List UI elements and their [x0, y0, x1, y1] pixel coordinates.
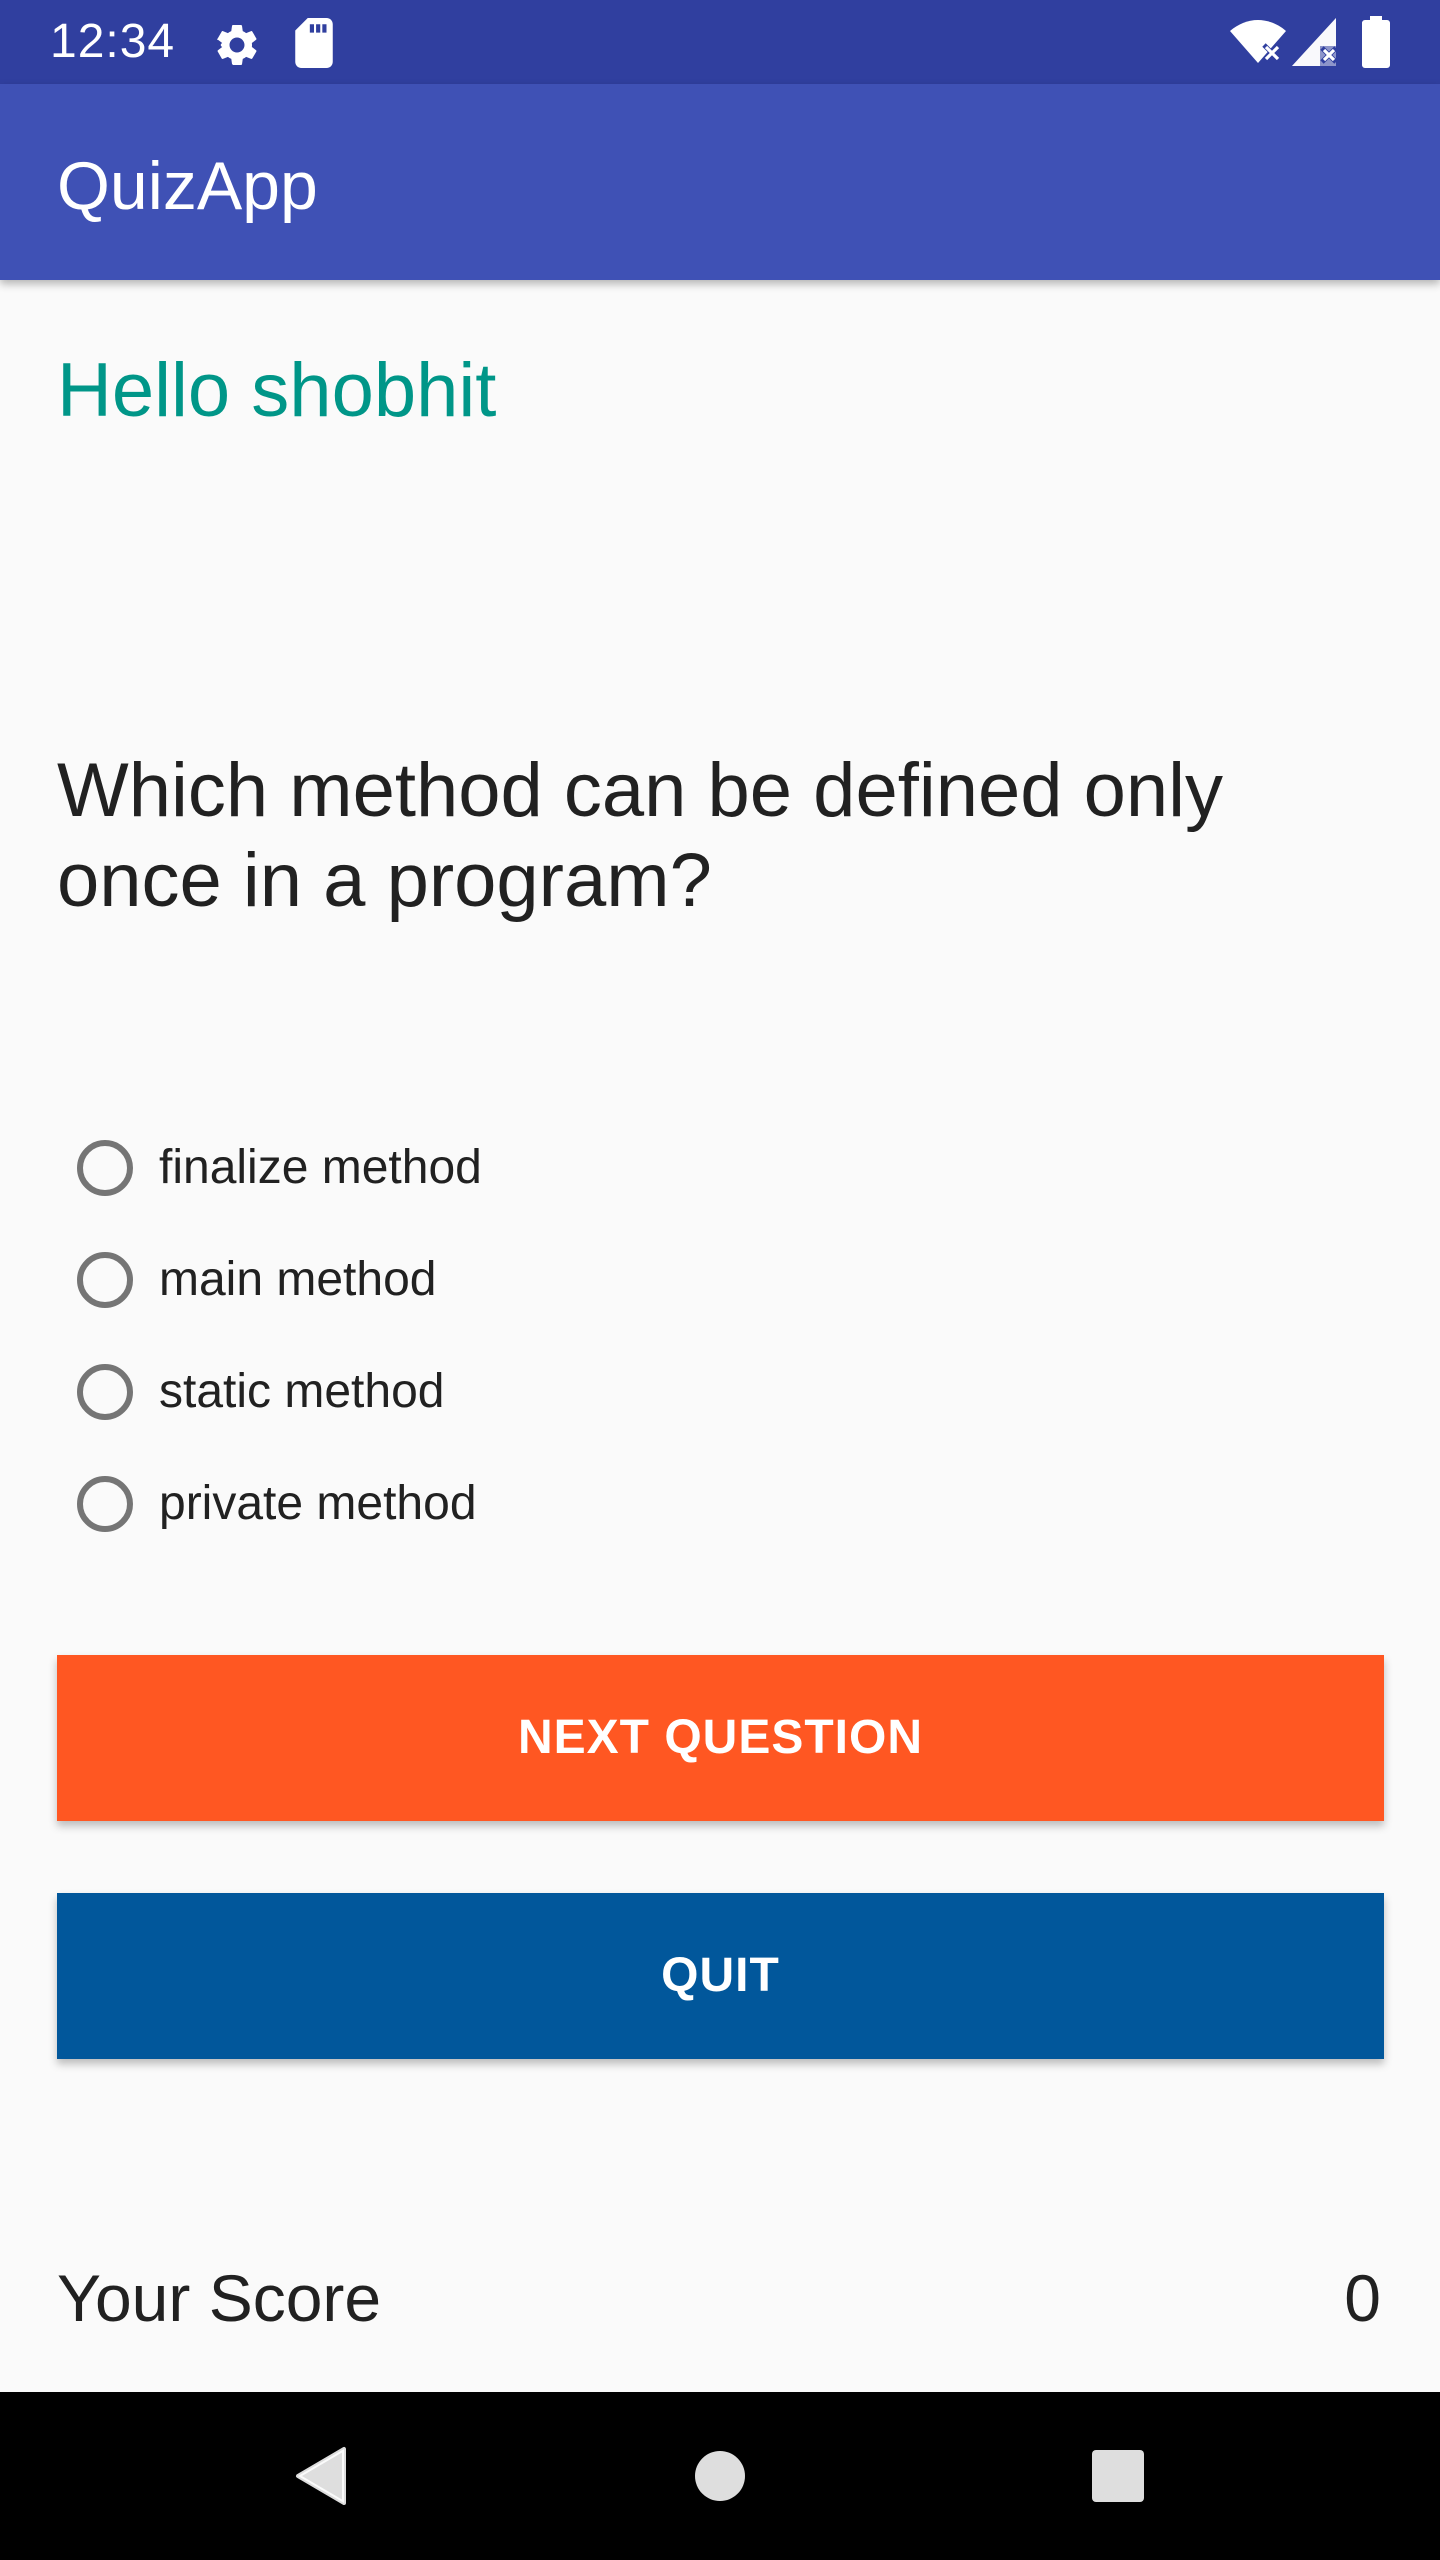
- radio-button[interactable]: [77, 1140, 133, 1196]
- score-label: Your Score: [57, 2261, 382, 2335]
- option-label: static method: [159, 1365, 445, 1418]
- home-icon: [695, 2451, 745, 2501]
- status-bar: 12:34: [0, 0, 1440, 84]
- greeting-text: Hello shobhit: [57, 348, 497, 433]
- navigation-bar: [0, 2392, 1440, 2560]
- back-button[interactable]: [210, 2392, 430, 2560]
- option-static-method[interactable]: static method: [57, 1336, 757, 1448]
- option-label: private method: [159, 1477, 477, 1530]
- battery-full-icon: [1362, 16, 1390, 68]
- radio-button[interactable]: [77, 1364, 133, 1420]
- recents-button[interactable]: [1008, 2392, 1228, 2560]
- app-bar: QuizApp: [0, 84, 1440, 280]
- next-question-button[interactable]: NEXT QUESTION: [57, 1655, 1384, 1821]
- option-main-method[interactable]: main method: [57, 1224, 757, 1336]
- quit-button[interactable]: QUIT: [57, 1893, 1384, 2059]
- wifi-no-data-icon: [1230, 20, 1286, 63]
- settings-icon: [216, 24, 257, 66]
- sd-card-icon: [295, 18, 333, 68]
- option-label: main method: [159, 1253, 437, 1306]
- option-finalize-method[interactable]: finalize method: [57, 1112, 757, 1224]
- question-text: Which method can be defined only once in…: [57, 748, 1224, 923]
- score-value: 0: [1344, 2261, 1381, 2335]
- back-icon: [296, 2447, 346, 2505]
- status-time: 12:34: [50, 15, 176, 68]
- home-button[interactable]: [610, 2392, 830, 2560]
- radio-button[interactable]: [77, 1476, 133, 1532]
- app-title: QuizApp: [57, 148, 318, 224]
- option-private-method[interactable]: private method: [57, 1448, 757, 1560]
- recents-icon: [1092, 2450, 1144, 2502]
- signal-no-data-icon: [1292, 18, 1338, 66]
- option-label: finalize method: [159, 1141, 482, 1194]
- radio-button[interactable]: [77, 1252, 133, 1308]
